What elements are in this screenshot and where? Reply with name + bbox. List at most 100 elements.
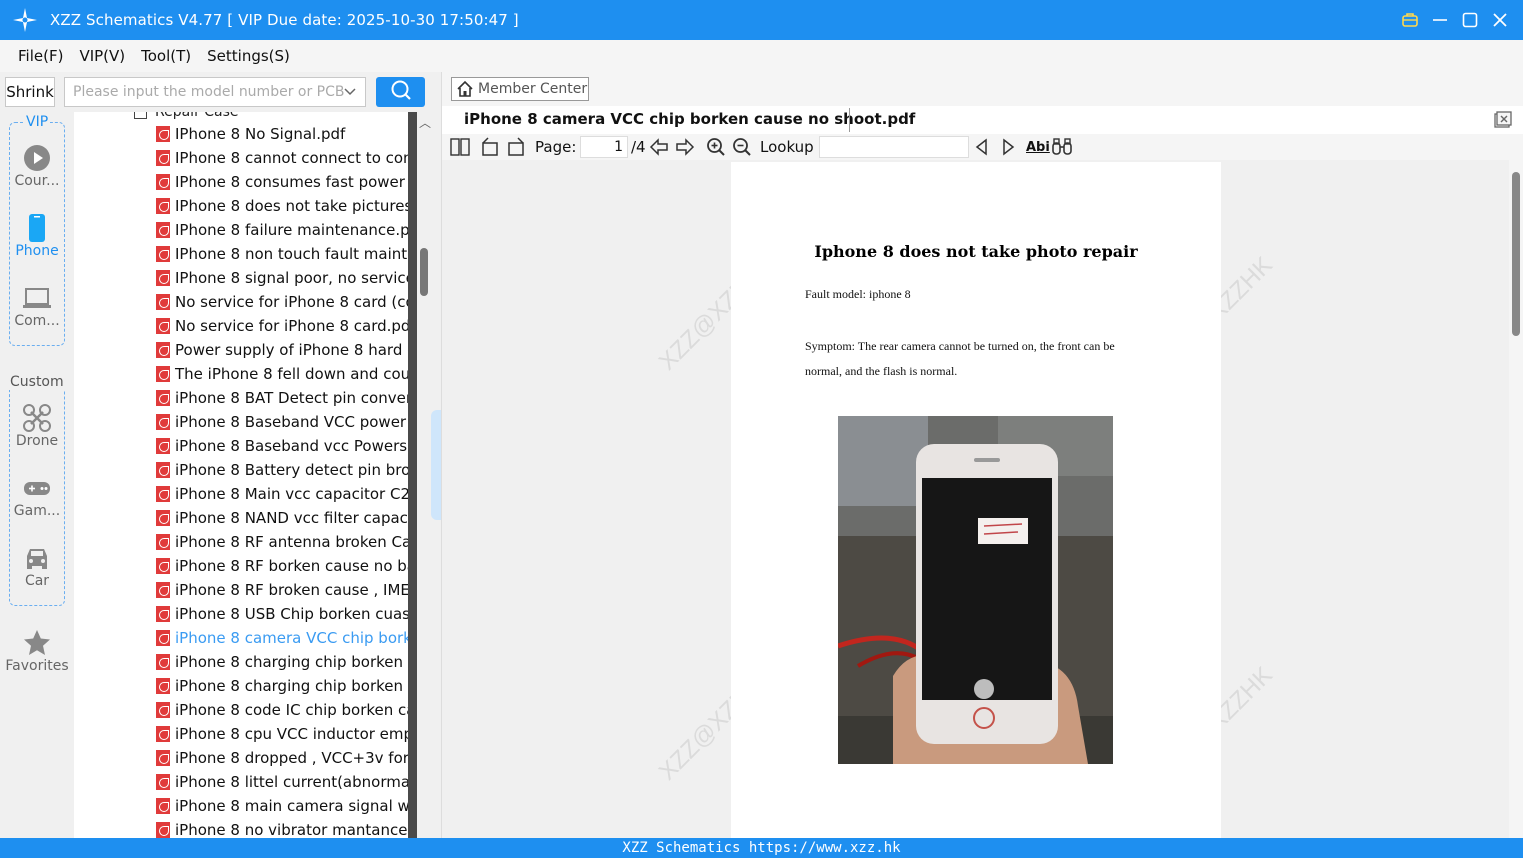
pdf-file-icon (156, 126, 170, 142)
pdf-viewer[interactable]: XZZ@XZZHK XZZ@XZZHK XZZ@XZZHK XZZ@XZZHK … (442, 160, 1510, 838)
tree-file-item[interactable]: iPhone 8 Main vcc capacitor C2859 (156, 482, 408, 506)
rotate-right-icon[interactable] (506, 136, 526, 158)
rotate-left-icon[interactable] (480, 136, 500, 158)
tree-file-item[interactable]: IPhone 8 cannot connect to computer (156, 146, 408, 170)
member-center-button[interactable]: Member Center (451, 77, 589, 101)
pdf-file-icon (156, 606, 170, 622)
scroll-thumb[interactable] (420, 248, 428, 296)
pdf-file-icon (156, 702, 170, 718)
tree-file-item[interactable]: iPhone 8 Battery detect pin broken (156, 458, 408, 482)
tree-file-item[interactable]: iPhone 8 NAND vcc filter capacitor (156, 506, 408, 530)
nav-phone[interactable]: Phone (0, 213, 74, 259)
menu-settings[interactable]: Settings(S) (199, 47, 298, 65)
binoculars-icon[interactable] (1051, 136, 1073, 158)
vip-badge-icon[interactable] (1395, 0, 1425, 40)
tree-file-item[interactable]: IPhone 8 signal poor, no service or (156, 266, 408, 290)
tree-file-item[interactable]: iPhone 8 Baseband vcc Powersupply (156, 434, 408, 458)
tree-file-item[interactable]: IPhone 8 No Signal.pdf (156, 122, 408, 146)
viewer-scroll-thumb[interactable] (1512, 172, 1520, 336)
search-input[interactable]: Please input the model number or PCB (64, 77, 366, 107)
menu-tool[interactable]: Tool(T) (133, 47, 199, 65)
file-name: iPhone 8 Baseband VCC power supply (175, 413, 408, 431)
tree-file-item[interactable]: Power supply of iPhone 8 hard disk (156, 338, 408, 362)
tree-file-item[interactable]: iPhone 8 BAT Detect pin convert to (156, 386, 408, 410)
tree-file-item[interactable]: iPhone 8 USB Chip borken cuase n (156, 602, 408, 626)
two-page-view-icon[interactable] (450, 136, 470, 158)
tree-file-item[interactable]: IPhone 8 consumes fast power (data) (156, 170, 408, 194)
tree-file-item[interactable]: No service for iPhone 8 card.pdf (156, 314, 408, 338)
tree-file-item[interactable]: iPhone 8 camera VCC chip borken (156, 626, 408, 650)
viewer-toolbar: Page: 1 /4 Lookup Abi (442, 134, 1523, 160)
tree-file-item[interactable]: IPhone 8 failure maintenance.pdf (156, 218, 408, 242)
menu-file[interactable]: File(F) (10, 47, 71, 65)
tree-file-item[interactable]: IPhone 8 non touch fault maintenance (156, 242, 408, 266)
file-name: IPhone 8 cannot connect to computer (175, 149, 408, 167)
tree-file-item[interactable]: iPhone 8 dropped , VCC+3v for NA (156, 746, 408, 770)
find-prev-icon[interactable] (974, 136, 990, 158)
pdf-file-icon (156, 198, 170, 214)
search-button[interactable] (376, 77, 425, 107)
tree-file-item[interactable]: IPhone 8 does not take pictures be (156, 194, 408, 218)
nav-games[interactable]: Gam... (0, 473, 74, 519)
tree-file-item[interactable]: iPhone 8 RF antenna broken Cause (156, 530, 408, 554)
lookup-input[interactable] (819, 136, 969, 158)
tree-file-item[interactable]: No service for iPhone 8 card (comm (156, 290, 408, 314)
tree-folder[interactable]: Repair Case (134, 112, 239, 120)
tree-file-item[interactable]: iPhone 8 no vibrator mantance cas (156, 818, 408, 838)
tree-file-item[interactable]: iPhone 8 RF broken cause , IMEI no (156, 578, 408, 602)
tree-file-item[interactable]: iPhone 8 charging chip borken cu (156, 674, 408, 698)
close-tab-icon[interactable] (1494, 111, 1512, 133)
document-tab[interactable]: iPhone 8 camera VCC chip borken cause no… (442, 106, 1523, 134)
pdf-file-icon (156, 462, 170, 478)
collapse-panel-handle[interactable] (431, 410, 441, 520)
member-center-label: Member Center (478, 81, 588, 97)
match-case-button[interactable]: Abi (1026, 136, 1050, 158)
pdf-file-icon (156, 750, 170, 766)
nav-computer[interactable]: Com... (0, 283, 74, 329)
tree-file-item[interactable]: iPhone 8 code IC chip borken caus (156, 698, 408, 722)
viewer-scrollbar[interactable] (1509, 160, 1523, 838)
pdf-file-icon (156, 246, 170, 262)
file-name: iPhone 8 USB Chip borken cuase n (175, 605, 408, 623)
search-placeholder: Please input the model number or PCB (73, 84, 345, 100)
nav-label: Favorites (5, 658, 69, 674)
chevron-up-icon[interactable]: ︿ (419, 114, 431, 131)
tree-file-item[interactable]: iPhone 8 littel current(abnormal) r (156, 770, 408, 794)
file-name: iPhone 8 Baseband vcc Powersupply (175, 437, 408, 455)
home-icon (457, 80, 473, 97)
nav-courses[interactable]: Cour... (0, 143, 74, 189)
pdf-file-icon (156, 366, 170, 382)
pdf-file-icon (156, 486, 170, 502)
close-icon[interactable] (1485, 0, 1515, 40)
nav-car[interactable]: Car (0, 543, 74, 589)
page-number-input[interactable]: 1 (580, 136, 628, 158)
pdf-file-icon (156, 726, 170, 742)
maximize-icon[interactable] (1455, 0, 1485, 40)
nav-drone[interactable]: Drone (0, 403, 74, 449)
tree-file-item[interactable]: iPhone 8 main camera signal wire (156, 794, 408, 818)
shrink-button[interactable]: Shrink (5, 77, 55, 107)
chevron-down-icon[interactable] (343, 84, 357, 102)
scroll-track (408, 112, 417, 838)
minimize-icon[interactable] (1425, 0, 1455, 40)
tree-file-item[interactable]: iPhone 8 RF borken cause no base (156, 554, 408, 578)
tree-file-item[interactable]: The iPhone 8 fell down and couldn't (156, 362, 408, 386)
prev-page-icon[interactable] (649, 136, 669, 158)
tree-file-item[interactable]: iPhone 8 cpu VCC inductor empty (156, 722, 408, 746)
folder-checkbox[interactable] (134, 112, 147, 119)
tree-file-item[interactable]: iPhone 8 Baseband VCC power supply (156, 410, 408, 434)
zoom-out-icon[interactable] (732, 136, 752, 158)
menu-vip[interactable]: VIP(V) (71, 47, 133, 65)
zoom-in-icon[interactable] (706, 136, 726, 158)
tree-file-item[interactable]: iPhone 8 charging chip borken cau (156, 650, 408, 674)
search-icon (390, 79, 412, 105)
pdf-file-icon (156, 294, 170, 310)
nav-favorites[interactable]: Favorites (0, 628, 74, 674)
file-name: iPhone 8 RF broken cause , IMEI no (175, 581, 408, 599)
pdf-file-icon (156, 150, 170, 166)
pdf-file-icon (156, 414, 170, 430)
star-icon (0, 628, 74, 658)
next-page-icon[interactable] (675, 136, 695, 158)
nav-label: Cour... (14, 173, 60, 189)
find-next-icon[interactable] (1000, 136, 1016, 158)
